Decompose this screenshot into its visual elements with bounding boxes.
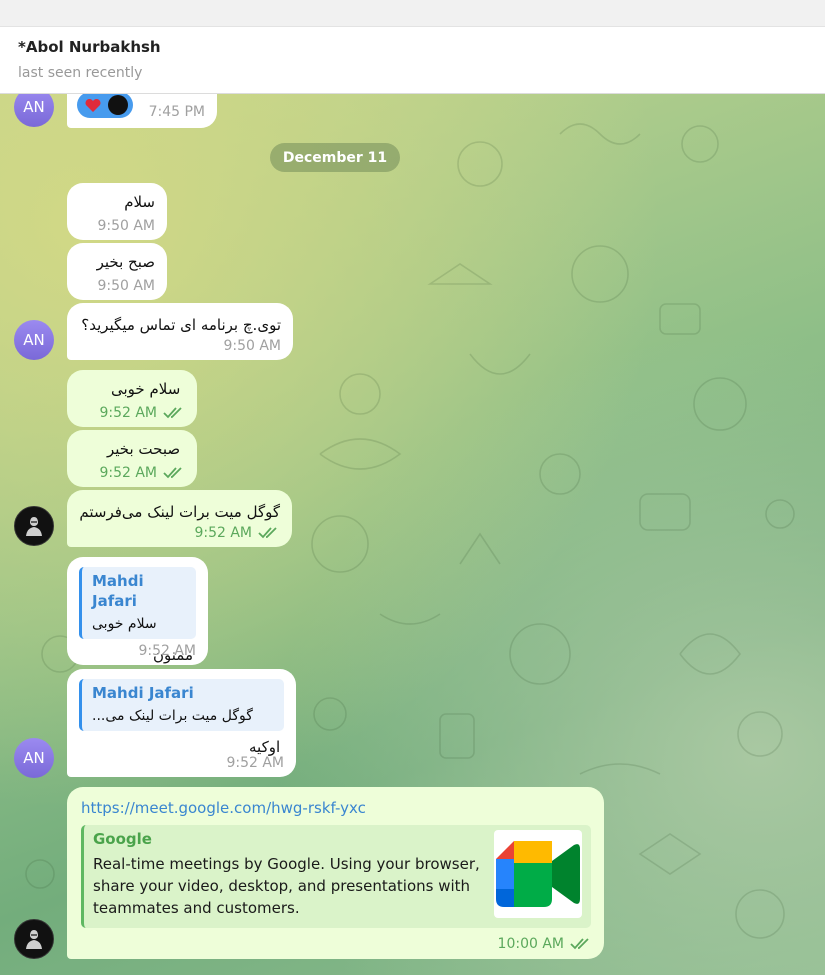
avatar-initials: AN [23, 749, 45, 767]
reply-text: سلام خوبی [92, 616, 157, 632]
chat-title[interactable]: *Abol Nurbakhsh [18, 38, 161, 56]
reply-quote[interactable]: Mahdi Jafari گوگل میت برات لینک می... [79, 679, 284, 731]
message-text: گوگل میت برات لینک می‌فرستم [79, 503, 280, 521]
preview-thumbnail[interactable] [494, 830, 582, 918]
window-top-strip [0, 0, 825, 27]
message-bubble[interactable]: توی.چ برنامه ای تماس میگیرید؟ 9:50 AM [67, 303, 293, 360]
message-meta: 9:52 AM [99, 465, 185, 481]
message-bubble-reply[interactable]: Mahdi Jafari سلام خوبی ممنون 9:52 AM [67, 557, 208, 665]
double-check-icon [163, 407, 182, 419]
date-separator: December 11 [270, 143, 400, 172]
hacker-avatar-icon [26, 517, 42, 536]
avatar-initials: AN [23, 331, 45, 349]
message-bubble-reply[interactable]: Mahdi Jafari گوگل میت برات لینک می... او… [67, 669, 296, 777]
double-check-icon [570, 938, 589, 950]
message-time: 9:52 AM [99, 465, 157, 481]
message-time: 9:52 AM [138, 643, 196, 659]
message-time: 7:45 PM [148, 104, 205, 120]
message-text: توی.چ برنامه ای تماس میگیرید؟ [81, 316, 281, 334]
message-text: اوکیه [249, 738, 281, 756]
message-time: 9:52 AM [99, 405, 157, 421]
message-text: سلام خوبی [111, 380, 181, 398]
last-seen-status: last seen recently [18, 65, 143, 81]
avatar-an[interactable]: AN [14, 320, 54, 360]
meeting-link[interactable]: https://meet.google.com/hwg-rskf-yxc [81, 798, 366, 818]
message-bubble[interactable]: صبح بخیر 9:50 AM [67, 243, 167, 300]
double-check-icon [163, 467, 182, 479]
avatar-hacker[interactable] [14, 506, 54, 546]
message-meta: 9:52 AM [194, 525, 280, 541]
message-bubble-outgoing[interactable]: سلام خوبی 9:52 AM [67, 370, 197, 427]
google-meet-icon [496, 841, 580, 907]
reply-author: Mahdi Jafari [92, 684, 194, 702]
link-message-bubble[interactable]: https://meet.google.com/hwg-rskf-yxc Goo… [67, 787, 604, 959]
avatar-initials: AN [23, 98, 45, 116]
hacker-avatar-icon [26, 930, 42, 949]
message-bubble-outgoing[interactable]: گوگل میت برات لینک می‌فرستم 9:52 AM [67, 490, 292, 547]
message-text: سلام [124, 193, 155, 211]
message-time: 10:00 AM [497, 936, 564, 952]
link-preview[interactable]: Google Real-time meetings by Google. Usi… [81, 825, 591, 928]
message-bubble-partial[interactable]: 7:45 PM [67, 94, 217, 128]
message-time: 9:52 AM [194, 525, 252, 541]
message-time: 9:50 AM [97, 218, 155, 234]
message-bubble-outgoing[interactable]: صبحت بخیر 9:52 AM [67, 430, 197, 487]
reply-quote[interactable]: Mahdi Jafari سلام خوبی [79, 567, 196, 639]
reply-author: Mahdi Jafari [92, 572, 144, 610]
message-time: 9:50 AM [97, 278, 155, 294]
chat-header[interactable]: *Abol Nurbakhsh last seen recently [0, 27, 825, 94]
message-text: صبحت بخیر [107, 440, 181, 458]
double-check-icon [258, 527, 277, 539]
heart-reaction-icon[interactable] [77, 94, 133, 118]
preview-site-name: Google [93, 830, 152, 848]
chat-area[interactable]: AN 7:45 PM December 11 سلام 9:50 AM صبح … [0, 94, 825, 975]
message-text: صبح بخیر [96, 253, 155, 271]
message-time: 9:50 AM [223, 338, 281, 354]
message-meta: 10:00 AM [498, 936, 592, 952]
preview-description: Real-time meetings by Google. Using your… [93, 855, 480, 917]
avatar-hacker[interactable] [14, 919, 54, 959]
message-bubble[interactable]: سلام 9:50 AM [67, 183, 167, 240]
reply-text: گوگل میت برات لینک می... [92, 708, 253, 724]
message-time: 9:52 AM [226, 755, 284, 771]
avatar-an[interactable]: AN [14, 738, 54, 778]
message-meta: 9:52 AM [99, 405, 185, 421]
